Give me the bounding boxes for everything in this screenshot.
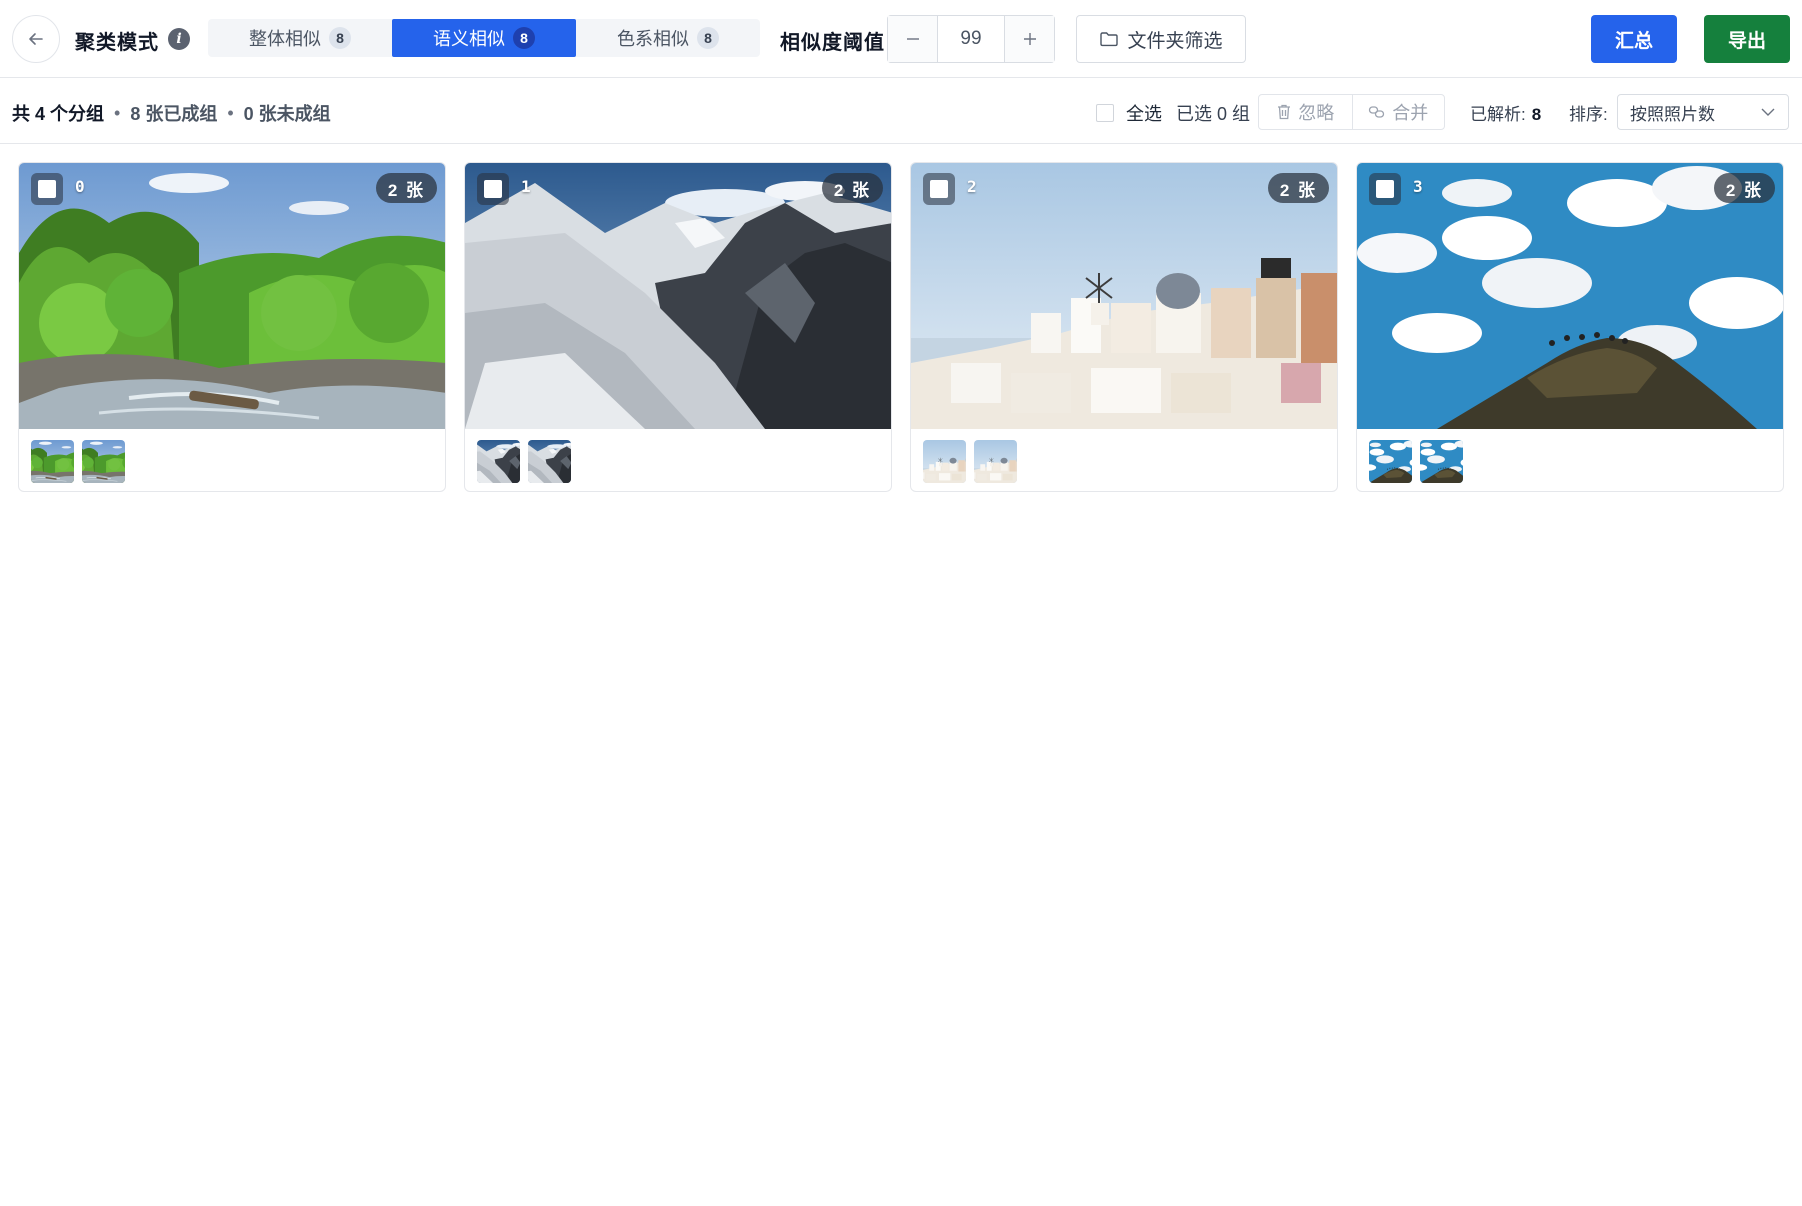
threshold-label: 相似度阈值 [780, 32, 885, 54]
folder-icon [1100, 32, 1119, 47]
parsed-value: 8 [1531, 105, 1542, 124]
plus-icon [1023, 33, 1036, 45]
sort-value: 按照照片数 [1630, 104, 1715, 124]
select-all-label: 全选 [1126, 104, 1162, 124]
select-all-checkbox[interactable] [1096, 104, 1114, 122]
photo-thumbnail[interactable] [477, 440, 520, 483]
tab-label: 色系相似 [617, 29, 689, 49]
threshold-value[interactable]: 99 [937, 16, 1005, 62]
group-grid: 0 2 张 1 2 张 2 2 张 3 2 张 [18, 162, 1784, 492]
thumbnail-strip [477, 440, 571, 483]
photo-count-badge: 2 张 [821, 173, 883, 203]
photo-thumbnail[interactable] [1369, 440, 1412, 483]
folder-filter-button[interactable]: 文件夹筛选 [1076, 15, 1246, 63]
tab-semantic-similar[interactable]: 语义相似 8 [392, 19, 576, 57]
photo-thumbnail[interactable] [82, 440, 125, 483]
group-select-checkbox[interactable] [923, 173, 955, 205]
ignore-label: 忽略 [1298, 103, 1335, 123]
threshold-stepper: 99 [887, 15, 1055, 63]
group-count-text: 共 4 个分组 [12, 104, 105, 124]
group-cover-image[interactable]: 0 2 张 [19, 163, 446, 429]
top-toolbar: 聚类模式 i 整体相似 8 语义相似 8 色系相似 8 相似度阈值 99 文件夹… [0, 0, 1802, 78]
photo-count-badge: 2 张 [375, 173, 437, 203]
group-select-checkbox[interactable] [1369, 173, 1401, 205]
folder-filter-label: 文件夹筛选 [1127, 30, 1223, 52]
separator-dot: • [227, 102, 234, 123]
chevron-down-icon [1761, 108, 1775, 116]
group-select-checkbox[interactable] [477, 173, 509, 205]
tab-overall-similar[interactable]: 整体相似 8 [208, 19, 392, 57]
tab-label: 语义相似 [433, 29, 505, 49]
group-cover-image[interactable]: 1 2 张 [465, 163, 892, 429]
photo-count-badge: 2 张 [1713, 173, 1775, 203]
group-select-checkbox[interactable] [31, 173, 63, 205]
parsed-label: 已解析: [1470, 105, 1526, 124]
group-stats: 共 4 个分组 • 8 张已成组 • 0 张未成组 [12, 100, 331, 126]
selected-count-text: 已选 0 组 [1176, 104, 1251, 124]
tab-count-badge: 8 [513, 27, 535, 49]
trash-icon [1278, 104, 1291, 120]
group-index: 1 [521, 177, 531, 196]
group-index: 2 [967, 177, 977, 196]
parsed-count: 已解析: 8 [1470, 100, 1541, 125]
export-button[interactable]: 导出 [1704, 15, 1790, 63]
sort-select[interactable]: 按照照片数 [1617, 94, 1789, 130]
group-index: 0 [75, 177, 85, 196]
info-icon[interactable]: i [168, 28, 190, 50]
tab-label: 整体相似 [249, 29, 321, 49]
link-icon [1369, 106, 1385, 118]
group-cover-image[interactable]: 3 2 张 [1357, 163, 1784, 429]
tab-count-badge: 8 [697, 27, 719, 49]
photo-thumbnail[interactable] [923, 440, 966, 483]
sort-label: 排序: [1569, 105, 1608, 124]
tab-count-badge: 8 [329, 27, 351, 49]
tab-color-similar[interactable]: 色系相似 8 [576, 19, 760, 57]
thumbnail-strip [1369, 440, 1463, 483]
ignore-button[interactable]: 忽略 [1259, 95, 1352, 129]
back-button[interactable] [12, 15, 60, 63]
group-cover-image[interactable]: 2 2 张 [911, 163, 1338, 429]
photo-thumbnail[interactable] [528, 440, 571, 483]
group-card[interactable]: 3 2 张 [1356, 162, 1784, 492]
group-card[interactable]: 2 2 张 [910, 162, 1338, 492]
thumbnail-strip [31, 440, 125, 483]
photo-thumbnail[interactable] [1420, 440, 1463, 483]
increment-button[interactable] [1005, 16, 1054, 62]
separator-dot: • [114, 102, 121, 123]
photo-thumbnail[interactable] [31, 440, 74, 483]
merge-label: 合并 [1392, 103, 1429, 123]
photo-count-badge: 2 张 [1267, 173, 1329, 203]
merge-button[interactable]: 合并 [1351, 95, 1445, 129]
select-all-control[interactable]: 全选 已选 0 组 [1096, 100, 1250, 126]
ungrouped-count-text: 0 张未成组 [243, 104, 331, 124]
bulk-actions: 忽略 合并 [1258, 94, 1445, 130]
decrement-button[interactable] [888, 16, 937, 62]
group-index: 3 [1413, 177, 1423, 196]
similarity-mode-tabs: 整体相似 8 语义相似 8 色系相似 8 [208, 19, 760, 57]
arrow-left-icon [29, 33, 43, 45]
mode-title: 聚类模式 [75, 32, 159, 54]
grouped-count-text: 8 张已成组 [130, 104, 218, 124]
group-card[interactable]: 1 2 张 [464, 162, 892, 492]
group-card[interactable]: 0 2 张 [18, 162, 446, 492]
minus-icon [906, 38, 919, 40]
summary-button[interactable]: 汇总 [1591, 15, 1677, 63]
photo-thumbnail[interactable] [974, 440, 1017, 483]
thumbnail-strip [923, 440, 1017, 483]
